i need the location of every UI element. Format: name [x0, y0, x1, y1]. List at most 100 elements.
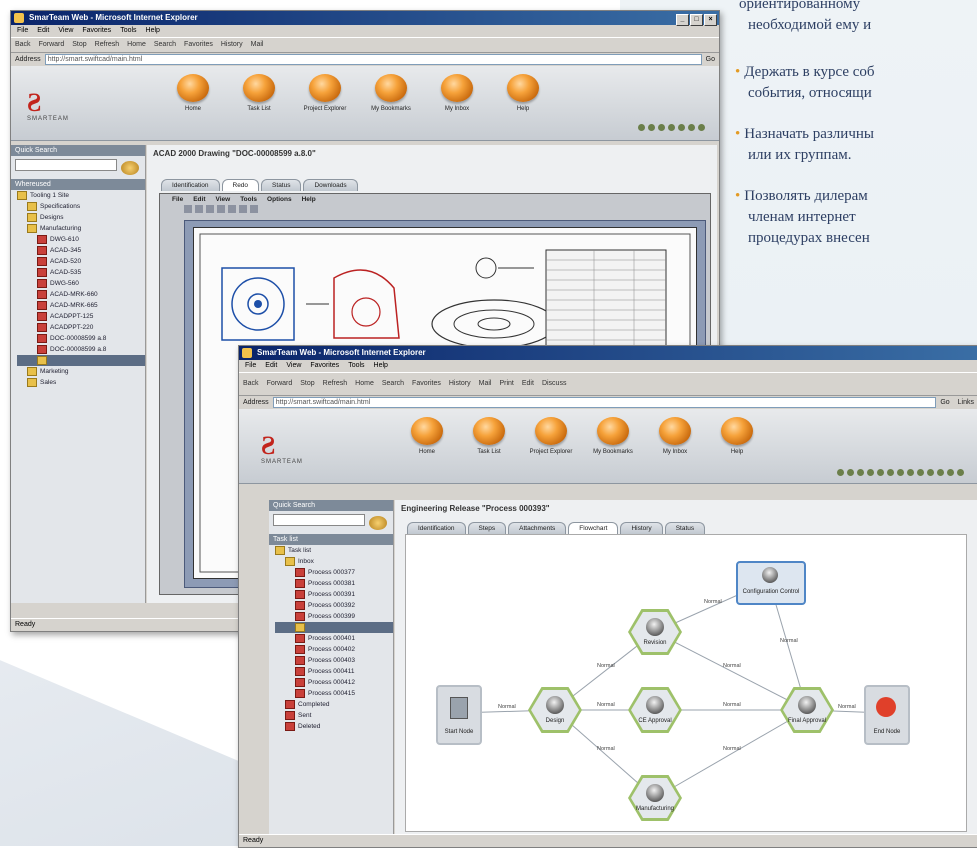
tree-item[interactable]: ACAD-MRK-660: [17, 289, 145, 300]
tree-item[interactable]: DWG-560: [17, 278, 145, 289]
search-icon[interactable]: [121, 161, 139, 175]
toolbar-refresh[interactable]: Refresh: [95, 41, 120, 48]
toolbar-discuss[interactable]: Discuss: [542, 380, 567, 387]
workflow-node-start[interactable]: Start Node: [436, 685, 482, 745]
cad-menu-file[interactable]: File: [172, 196, 183, 203]
tree-item[interactable]: DOC-00008599 a.8: [17, 344, 145, 355]
workflow-canvas[interactable]: Start Node Revision Design CE Approval Confi…: [405, 534, 967, 832]
tab-flowchart[interactable]: Flowchart: [568, 522, 619, 534]
tree-item[interactable]: ACADPPT-220: [17, 322, 145, 333]
workflow-node-mfg[interactable]: Manufacturing: [628, 775, 682, 821]
tab-status[interactable]: Status: [261, 179, 302, 191]
cad-menu-options[interactable]: Options: [267, 196, 292, 203]
search-icon[interactable]: [369, 516, 387, 530]
toolbar-forward[interactable]: Forward: [267, 380, 293, 387]
tree-item[interactable]: Task list: [275, 545, 393, 556]
tree-item[interactable]: [17, 355, 145, 366]
quick-search-input[interactable]: [273, 514, 365, 526]
toolbar-history[interactable]: History: [449, 380, 471, 387]
toolbar-print[interactable]: Print: [499, 380, 513, 387]
workflow-node-final[interactable]: Final Approval: [780, 687, 834, 733]
go-button[interactable]: Go: [940, 396, 949, 409]
tree-item[interactable]: Process 000415: [275, 688, 393, 699]
menu-tools[interactable]: Tools: [348, 362, 364, 369]
go-button[interactable]: Go: [706, 53, 715, 66]
nav-my-inbox-button[interactable]: [659, 417, 691, 445]
tab-redo[interactable]: Redo: [221, 179, 260, 191]
tab-downloads[interactable]: Downloads: [303, 179, 358, 191]
workflow-node-design[interactable]: Design: [528, 687, 582, 733]
tree-item[interactable]: ACAD-520: [17, 256, 145, 267]
tree-item[interactable]: Specifications: [17, 201, 145, 212]
menu-help[interactable]: Help: [374, 362, 388, 369]
menu-favorites[interactable]: Favorites: [82, 27, 111, 34]
toolbar-mail[interactable]: Mail: [251, 41, 264, 48]
tree-item[interactable]: DOC-00008599 a.8: [17, 333, 145, 344]
nav-task-list-button[interactable]: [473, 417, 505, 445]
nav-help-button[interactable]: [507, 74, 539, 102]
tab-status[interactable]: Status: [664, 522, 706, 534]
minimize-button[interactable]: _: [676, 14, 689, 26]
menu-view[interactable]: View: [58, 27, 73, 34]
tree-item[interactable]: Sales: [17, 377, 145, 388]
nav-home-button[interactable]: [411, 417, 443, 445]
tab-steps[interactable]: Steps: [467, 522, 507, 534]
tree-item[interactable]: Manufacturing: [17, 223, 145, 234]
quick-search-input[interactable]: [15, 159, 117, 171]
tab-attachments[interactable]: Attachments: [508, 522, 567, 534]
menu-help[interactable]: Help: [146, 27, 160, 34]
toolbar-favorites[interactable]: Favorites: [412, 380, 441, 387]
tree-item[interactable]: Process 000401: [275, 633, 393, 644]
tree-item[interactable]: Completed: [275, 699, 393, 710]
tab-identification[interactable]: Identification: [407, 522, 466, 534]
cad-menu-tools[interactable]: Tools: [240, 196, 257, 203]
toolbar-refresh[interactable]: Refresh: [323, 380, 348, 387]
tree-item[interactable]: [275, 622, 393, 633]
nav-help-button[interactable]: [721, 417, 753, 445]
nav-my-bookmarks-button[interactable]: [375, 74, 407, 102]
toolbar-stop[interactable]: Stop: [300, 380, 314, 387]
toolbar-search[interactable]: Search: [154, 41, 176, 48]
tree-item[interactable]: Process 000412: [275, 677, 393, 688]
address-input[interactable]: http://smart.swiftcad/main.html: [44, 54, 702, 65]
cad-menu-help[interactable]: Help: [302, 196, 316, 203]
workflow-node-review[interactable]: Revision: [628, 609, 682, 655]
tree-item[interactable]: Process 000403: [275, 655, 393, 666]
tree-item[interactable]: Process 000411: [275, 666, 393, 677]
toolbar-back[interactable]: Back: [15, 41, 31, 48]
tree-item[interactable]: Sent: [275, 710, 393, 721]
tree-item[interactable]: Process 000377: [275, 567, 393, 578]
tab-identification[interactable]: Identification: [161, 179, 220, 191]
nav-task-list-button[interactable]: [243, 74, 275, 102]
nav-project-explorer-button[interactable]: [309, 74, 341, 102]
toolbar-home[interactable]: Home: [355, 380, 374, 387]
tree-item[interactable]: Designs: [17, 212, 145, 223]
tree-item[interactable]: ACADPPT-125: [17, 311, 145, 322]
workflow-node-end[interactable]: End Node: [864, 685, 910, 745]
tree-item[interactable]: ACAD-345: [17, 245, 145, 256]
toolbar-edit[interactable]: Edit: [522, 380, 534, 387]
tree-item[interactable]: Process 000399: [275, 611, 393, 622]
tree-item[interactable]: ACAD-MRK-665: [17, 300, 145, 311]
close-button[interactable]: ×: [704, 14, 717, 26]
toolbar-stop[interactable]: Stop: [72, 41, 86, 48]
menu-view[interactable]: View: [286, 362, 301, 369]
links-button[interactable]: Links: [958, 396, 974, 409]
toolbar-history[interactable]: History: [221, 41, 243, 48]
menu-tools[interactable]: Tools: [120, 27, 136, 34]
tree-item[interactable]: Marketing: [17, 366, 145, 377]
tree-item[interactable]: ACAD-535: [17, 267, 145, 278]
tree-item[interactable]: DWG-610: [17, 234, 145, 245]
tree-item[interactable]: Process 000381: [275, 578, 393, 589]
workflow-node-ce_approval[interactable]: CE Approval: [628, 687, 682, 733]
toolbar-search[interactable]: Search: [382, 380, 404, 387]
menu-file[interactable]: File: [245, 362, 256, 369]
toolbar-back[interactable]: Back: [243, 380, 259, 387]
nav-home-button[interactable]: [177, 74, 209, 102]
nav-my-inbox-button[interactable]: [441, 74, 473, 102]
nav-project-explorer-button[interactable]: [535, 417, 567, 445]
tree-item[interactable]: Tooling 1 Site: [17, 190, 145, 201]
toolbar-home[interactable]: Home: [127, 41, 146, 48]
cad-menu-edit[interactable]: Edit: [193, 196, 205, 203]
tree-item[interactable]: Inbox: [275, 556, 393, 567]
